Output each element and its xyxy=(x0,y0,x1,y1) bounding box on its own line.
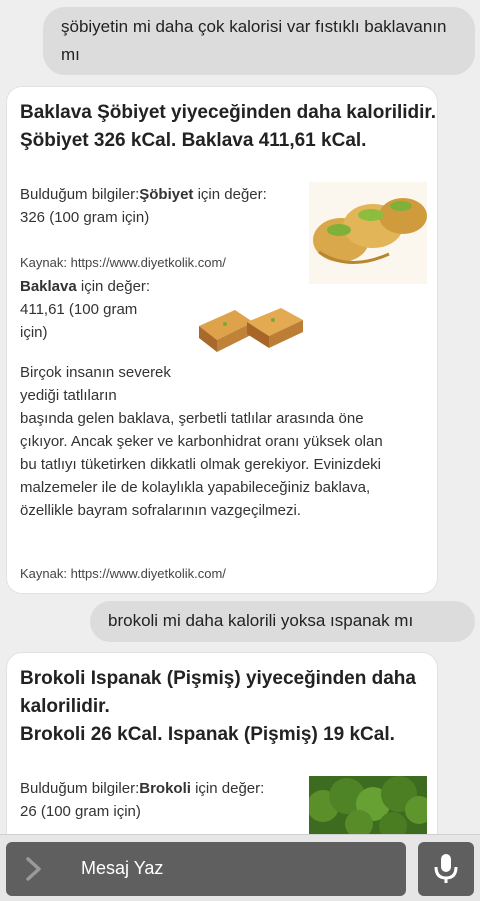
description-line: yediği tatlıların xyxy=(20,387,117,404)
answer-title-line: Şöbiyet 326 kCal. Baklava 411,61 kCal. xyxy=(20,130,367,151)
user-message-bubble: brokoli mi daha kalorili yoksa ıspanak m… xyxy=(90,601,475,642)
answer-title-line: Brokoli Ispanak (Pişmiş) yiyeceğinden da… xyxy=(20,668,416,689)
description-line: malzemeler ile de kolaylıkla yapabileceğ… xyxy=(20,479,371,496)
info-value-line: için) xyxy=(20,324,48,341)
baklava-image xyxy=(193,300,308,360)
microphone-button[interactable] xyxy=(418,842,474,896)
info-label: Bulduğum bilgiler:Brokoli için değer: xyxy=(20,780,265,797)
description-line: bu tatlıyı tüketirken dikkatli olmak ger… xyxy=(20,456,381,473)
info-value: 26 (100 gram için) xyxy=(20,803,141,820)
sobiyet-image xyxy=(309,182,427,284)
answer-title-line: kalorilidir. xyxy=(20,696,110,717)
bot-answer-card: Brokoli Ispanak (Pişmiş) yiyeceğinden da… xyxy=(6,652,438,852)
answer-title-line: Baklava Şöbiyet yiyeceğinden daha kalori… xyxy=(20,102,437,123)
description-line: başında gelen baklava, şerbetli tatlılar… xyxy=(20,410,364,427)
info-value-line: 411,61 (100 gram xyxy=(20,301,138,318)
info-label: Baklava için değer: xyxy=(20,278,151,295)
answer-title-line: Brokoli 26 kCal. Ispanak (Pişmiş) 19 kCa… xyxy=(20,724,395,745)
user-message-text: brokoli mi daha kalorili yoksa ıspanak m… xyxy=(108,611,414,630)
microphone-icon xyxy=(434,854,458,883)
source-link-text: Kaynak: https://www.diyetkolik.com/ xyxy=(20,566,226,581)
user-message-text: şöbiyetin mi daha çok kalorisi var fıstı… xyxy=(61,17,447,64)
message-input-placeholder: Mesaj Yaz xyxy=(81,858,164,878)
broccoli-image xyxy=(309,776,427,836)
description-line: Birçok insanın severek xyxy=(20,364,171,381)
info-value: 326 (100 gram için) xyxy=(20,209,150,226)
chevron-right-icon[interactable] xyxy=(22,856,46,882)
source-link-text: Kaynak: https://www.diyetkolik.com/ xyxy=(20,255,226,270)
user-message-bubble: şöbiyetin mi daha çok kalorisi var fıstı… xyxy=(43,7,475,75)
description-line: çıkıyor. Ancak şeker ve karbonhidrat ora… xyxy=(20,433,383,450)
info-label: Bulduğum bilgiler:Şöbiyet için değer: xyxy=(20,186,267,203)
description-line: özellikle bayram sofralarının vazgeçilme… xyxy=(20,502,301,519)
bot-answer-card: Baklava Şöbiyet yiyeceğinden daha kalori… xyxy=(6,86,438,594)
message-input-bar: Mesaj Yaz xyxy=(0,834,480,901)
message-input[interactable]: Mesaj Yaz xyxy=(6,842,406,896)
